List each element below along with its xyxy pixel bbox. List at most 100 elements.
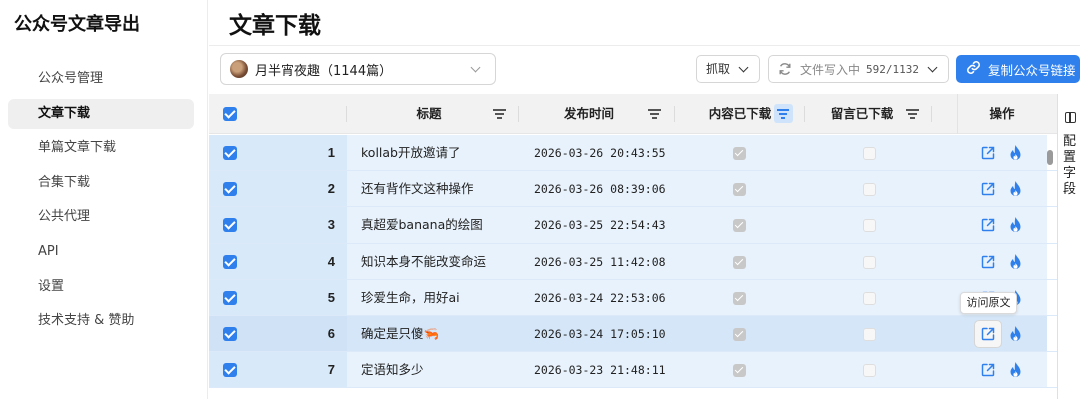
table-row[interactable]: 1 kollab开放邀请了 2026-03-26 20:43:55 [209,135,1059,172]
open-original-icon[interactable] [980,145,996,161]
sidebar: 公众号文章导出 公众号管理 文章下载 单篇文章下载 合集下载 公共代理 API … [0,0,208,399]
table-row[interactable]: 6 确定是只傻🦐 2026-03-24 17:05:10 [209,316,1059,353]
content-downloaded-checkbox [733,291,746,305]
row-checkbox[interactable] [223,327,237,341]
link-icon [966,60,982,78]
content-downloaded-checkbox [733,364,746,378]
row-checkbox[interactable] [223,290,237,305]
sidebar-item-article-download[interactable]: 文章下载 [8,98,194,129]
row-checkbox[interactable] [223,363,237,378]
table-header: 标题 发布时间 内容已下载 留言已下载 操作 [209,94,1059,134]
filter-icon[interactable] [906,107,919,120]
open-original-icon[interactable] [980,362,996,378]
open-original-tooltip: 访问原文 [960,292,1017,314]
fire-icon[interactable] [1008,361,1023,379]
open-original-icon[interactable] [980,181,996,197]
row-index: 6 [327,326,335,341]
row-checkbox[interactable] [223,254,237,269]
write-status-label: 文件写入中 [800,62,861,77]
content-downloaded-checkbox [733,219,746,233]
sidebar-item-settings[interactable]: 设置 [8,272,194,302]
column-divider [931,106,932,122]
scrollbar[interactable] [1047,150,1053,165]
sidebar-item-single-article[interactable]: 单篇文章下载 [8,133,194,163]
fire-icon[interactable] [1008,253,1023,271]
copy-account-link-button[interactable]: 复制公众号链接 [956,55,1080,83]
fire-icon[interactable] [1008,180,1023,198]
fetch-dropdown-button[interactable]: 抓取 [696,55,760,83]
column-config-label: 配置字段 [1063,134,1077,197]
comments-downloaded-checkbox [863,255,876,269]
account-select[interactable]: 月半宵夜趣（1144篇） [220,53,496,85]
sidebar-item-account-management[interactable]: 公众号管理 [8,64,194,94]
row-index: 5 [327,289,335,305]
row-checkbox[interactable] [223,182,237,197]
column-config-panel[interactable]: 配置字段 [1057,94,1080,399]
publish-time: 2026-03-24 22:53:06 [534,290,666,305]
chevron-down-icon [927,62,938,73]
article-title: 定语知多少 [361,362,424,378]
column-header-comments-downloaded: 留言已下载 [830,106,894,121]
open-original-icon[interactable] [980,217,996,233]
sidebar-item-collection-download[interactable]: 合集下载 [8,168,194,198]
comments-downloaded-checkbox [863,147,876,160]
divider [209,45,1080,46]
open-original-icon[interactable] [974,320,1002,348]
filter-icon[interactable] [493,107,506,120]
row-content-cell [347,352,1047,388]
account-select-label: 月半宵夜趣（1144篇） [255,63,393,79]
publish-time: 2026-03-25 22:54:43 [534,218,666,233]
sidebar-item-support[interactable]: 技术支持 & 赞助 [8,306,194,336]
filter-icon[interactable] [648,107,661,120]
row-index: 3 [327,217,335,233]
page-title: 文章下载 [229,13,321,39]
article-title: 还有背作文这种操作 [361,181,474,197]
publish-time: 2026-03-23 21:48:11 [534,363,666,378]
chevron-down-icon [738,62,749,73]
comments-downloaded-checkbox [863,364,876,378]
select-all-checkbox[interactable] [223,107,237,121]
column-divider [674,106,675,122]
table-row[interactable]: 5 珍爱生命，用好ai 2026-03-24 22:53:06 [209,279,1059,316]
publish-time: 2026-03-26 20:43:55 [534,146,666,160]
chevron-down-icon [470,62,481,73]
table-row[interactable]: 3 真超爱banana的绘图 2026-03-25 22:54:43 [209,207,1059,244]
comments-downloaded-checkbox [863,219,876,233]
row-index: 7 [327,362,335,378]
fire-icon[interactable] [1008,144,1023,162]
articles-table: 标题 发布时间 内容已下载 留言已下载 操作 1 kollab开放邀请了 2026-… [209,94,1059,399]
sidebar-item-public-proxy[interactable]: 公共代理 [8,202,194,232]
content-downloaded-checkbox [733,147,746,160]
column-divider [957,94,958,134]
comments-downloaded-checkbox [863,328,876,341]
publish-time: 2026-03-24 17:05:10 [534,327,666,341]
row-index: 4 [327,253,335,269]
column-divider [804,106,805,122]
table-row[interactable]: 2 还有背作文这种操作 2026-03-26 08:39:06 [209,171,1059,208]
row-checkbox[interactable] [223,146,237,160]
open-original-icon[interactable] [980,254,996,270]
column-header-title: 标题 [416,106,442,121]
toolbar: 月半宵夜趣（1144篇） 抓取 文件写入中 592/1132 复制公众号链接 [209,52,1080,86]
fire-icon[interactable] [1008,325,1023,343]
write-progress-count: 592/1132 [866,62,919,76]
table-row[interactable]: 7 定语知多少 2026-03-23 21:48:11 [209,352,1059,389]
article-title: 珍爱生命，用好ai [361,289,460,305]
column-header-actions: 操作 [989,106,1015,121]
column-divider [518,106,519,122]
copy-link-label: 复制公众号链接 [988,62,1076,78]
sidebar-item-api[interactable]: API [8,237,194,267]
content-downloaded-checkbox [733,328,746,341]
fire-icon[interactable] [1008,216,1023,234]
article-title: 知识本身不能改变命运 [361,253,487,269]
file-write-status-dropdown[interactable]: 文件写入中 592/1132 [768,55,949,83]
sidebar-nav: 公众号管理 文章下载 单篇文章下载 合集下载 公共代理 API 设置 技术支持 … [8,64,194,341]
row-content-cell [347,316,1047,352]
row-checkbox[interactable] [223,218,237,233]
filter-active-icon[interactable] [774,104,793,123]
column-divider [346,106,347,122]
table-row[interactable]: 4 知识本身不能改变命运 2026-03-25 11:42:08 [209,243,1059,280]
publish-time: 2026-03-25 11:42:08 [534,254,666,269]
row-index: 2 [327,181,335,197]
column-header-time: 发布时间 [563,106,614,121]
